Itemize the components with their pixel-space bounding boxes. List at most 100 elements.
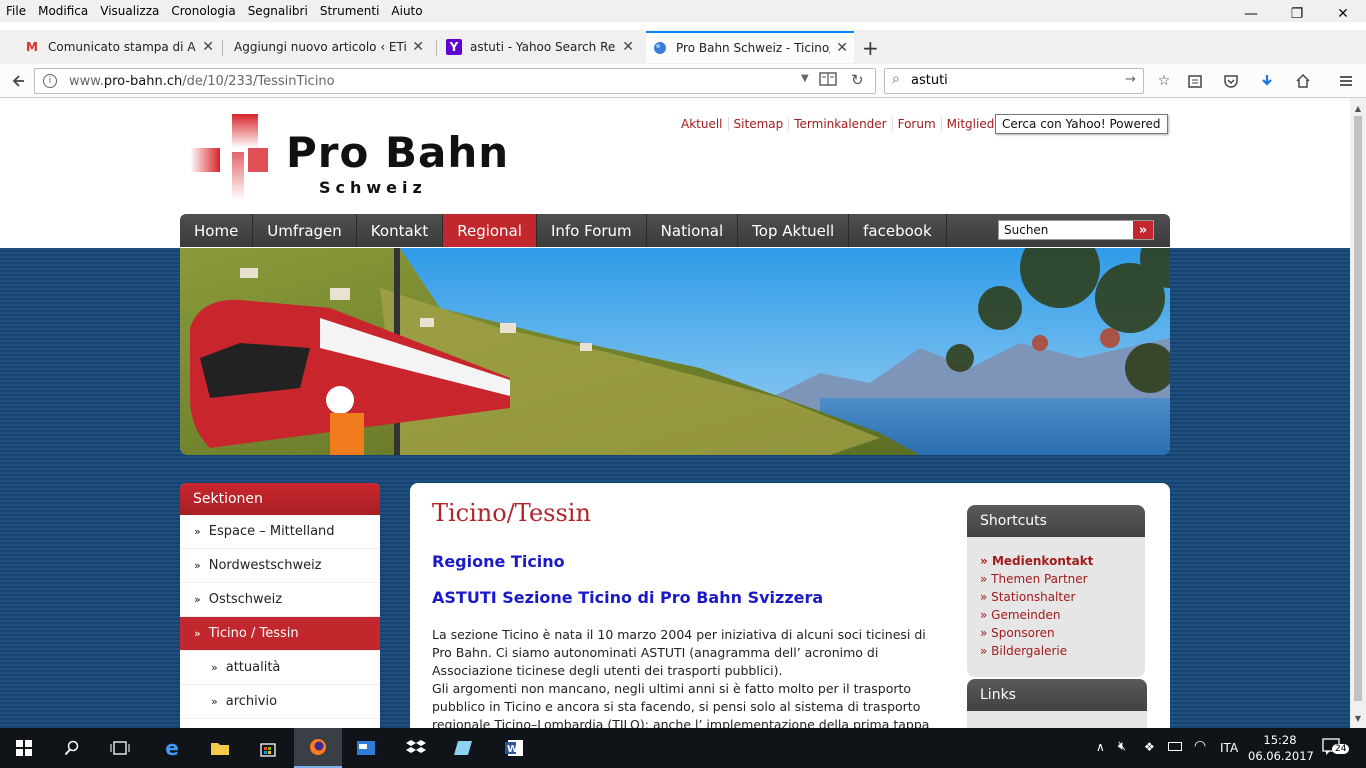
tray-chevron-icon[interactable]: ∧ bbox=[1096, 740, 1105, 754]
logo-cross-icon[interactable] bbox=[188, 112, 272, 202]
site-search-input[interactable] bbox=[999, 221, 1133, 239]
logo[interactable]: Pro Bahn Schweiz bbox=[286, 128, 509, 197]
tab-gmail[interactable]: M Comunicato stampa di ASTUTI ✕ bbox=[18, 32, 220, 62]
toplink-forum[interactable]: Forum bbox=[893, 117, 942, 131]
sidebar-item-archivio[interactable]: » archivio bbox=[180, 685, 380, 719]
download-icon[interactable] bbox=[1255, 70, 1279, 92]
scrollbar-thumb[interactable] bbox=[1354, 116, 1362, 701]
volume-muted-icon[interactable]: 🔇︎ bbox=[1118, 739, 1126, 754]
scroll-down-icon[interactable]: ▼ bbox=[1350, 710, 1366, 726]
shortcuts-heading: Shortcuts bbox=[967, 505, 1145, 537]
dropdown-history-icon[interactable]: ▼ bbox=[801, 73, 809, 84]
store-icon[interactable] bbox=[244, 728, 292, 768]
nav-home[interactable]: Home bbox=[180, 214, 254, 247]
windows-start-icon[interactable] bbox=[0, 728, 48, 768]
bookmark-star-icon[interactable]: ☆ bbox=[1152, 70, 1176, 92]
menu-segnalibri[interactable]: Segnalibri bbox=[242, 4, 314, 18]
close-tab-icon[interactable]: ✕ bbox=[622, 39, 634, 55]
browser-search-bar[interactable]: ⌕ → bbox=[884, 68, 1144, 94]
reader-view-icon[interactable] bbox=[819, 71, 837, 87]
close-tab-icon[interactable]: ✕ bbox=[202, 39, 214, 55]
url-bar[interactable]: i www. pro-bahn.ch/de/10/233/TessinTicino… bbox=[34, 68, 876, 94]
page-scrollbar[interactable]: ▲ ▼ bbox=[1350, 98, 1366, 728]
app-window-icon[interactable] bbox=[342, 728, 390, 768]
toplink-sitemap[interactable]: Sitemap bbox=[729, 117, 790, 131]
tab-title: Pro Bahn Schweiz - Ticino/Tessin bbox=[676, 41, 830, 55]
hamburger-menu-icon[interactable] bbox=[1334, 70, 1358, 92]
task-view-icon[interactable] bbox=[96, 728, 144, 768]
menu-visualizza[interactable]: Visualizza bbox=[94, 4, 165, 18]
menu-cronologia[interactable]: Cronologia bbox=[165, 4, 241, 18]
battery-icon[interactable] bbox=[1168, 742, 1182, 751]
wifi-icon[interactable]: ◠ bbox=[1194, 738, 1206, 754]
bookmarks-library-icon[interactable] bbox=[1183, 70, 1207, 92]
navigation-toolbar: i www. pro-bahn.ch/de/10/233/TessinTicino… bbox=[0, 64, 1366, 98]
shortcut-themen-partner[interactable]: » Themen Partner bbox=[980, 570, 1145, 588]
back-icon[interactable] bbox=[6, 70, 30, 92]
shortcut-gemeinden[interactable]: » Gemeinden bbox=[980, 606, 1145, 624]
main-content: Ticino/Tessin Regione Ticino ASTUTI Sezi… bbox=[410, 483, 1170, 728]
pocket-icon[interactable] bbox=[1219, 70, 1243, 92]
dropbox-icon[interactable] bbox=[392, 728, 440, 768]
paragraph: La sezione Ticino è nata il 10 marzo 200… bbox=[432, 627, 926, 678]
sidebar-item-label: attualità bbox=[225, 660, 281, 675]
shortcut-medienkontakt[interactable]: » Medienkontakt bbox=[980, 552, 1145, 570]
page-title: Ticino/Tessin bbox=[432, 499, 591, 527]
site-search-button[interactable]: » bbox=[1133, 221, 1153, 239]
new-tab-icon[interactable]: + bbox=[862, 36, 879, 60]
language-indicator[interactable]: ITA bbox=[1220, 741, 1238, 755]
nav-facebook[interactable]: facebook bbox=[849, 214, 947, 247]
nav-umfragen[interactable]: Umfragen bbox=[253, 214, 357, 247]
search-icon[interactable] bbox=[48, 728, 96, 768]
chevron-icon: » bbox=[211, 661, 218, 674]
close-tab-icon[interactable]: ✕ bbox=[836, 40, 848, 56]
minimize-icon[interactable]: — bbox=[1228, 0, 1274, 28]
nav-regional[interactable]: Regional bbox=[443, 214, 537, 247]
scroll-up-icon[interactable]: ▲ bbox=[1350, 100, 1366, 116]
notes-app-icon[interactable] bbox=[440, 728, 488, 768]
tab-separator bbox=[436, 40, 437, 56]
clock[interactable]: 15:28 06.06.2017 bbox=[1248, 732, 1314, 764]
article-body: La sezione Ticino è nata il 10 marzo 200… bbox=[432, 626, 940, 728]
shortcut-sponsoren[interactable]: » Sponsoren bbox=[980, 624, 1145, 642]
word-icon[interactable]: W bbox=[490, 728, 538, 768]
nav-top-aktuell[interactable]: Top Aktuell bbox=[738, 214, 850, 247]
browser-search-input[interactable] bbox=[911, 73, 1111, 88]
tab-probahn[interactable]: Pro Bahn Schweiz - Ticino/Tessin ✕ bbox=[646, 31, 854, 63]
toplink-aktuell[interactable]: Aktuell bbox=[676, 117, 729, 131]
firefox-icon[interactable] bbox=[294, 728, 342, 768]
menu-aiuto[interactable]: Aiuto bbox=[385, 4, 428, 18]
nav-info-forum[interactable]: Info Forum bbox=[537, 214, 647, 247]
shortcut-stationshalter[interactable]: » Stationshalter bbox=[980, 588, 1145, 606]
close-tab-icon[interactable]: ✕ bbox=[412, 39, 424, 55]
search-go-icon[interactable]: → bbox=[1125, 72, 1136, 87]
home-icon[interactable] bbox=[1291, 70, 1315, 92]
tab-title: Aggiungi nuovo articolo ‹ ETiCinfo bbox=[234, 40, 407, 54]
edge-icon[interactable]: e bbox=[148, 728, 196, 768]
notification-center-icon[interactable]: 24 bbox=[1322, 738, 1350, 758]
tab-yahoo[interactable]: Y astuti - Yahoo Search Results ✕ bbox=[440, 32, 640, 62]
toplink-terminkalender[interactable]: Terminkalender bbox=[789, 117, 893, 131]
shortcut-bildergalerie[interactable]: » Bildergalerie bbox=[980, 642, 1145, 660]
nav-kontakt[interactable]: Kontakt bbox=[357, 214, 444, 247]
sidebar-item-ticino-tessin[interactable]: » Ticino / Tessin bbox=[180, 617, 380, 651]
file-explorer-icon[interactable] bbox=[196, 728, 244, 768]
sidebar-item-attualita[interactable]: » attualità bbox=[180, 651, 380, 685]
menu-strumenti[interactable]: Strumenti bbox=[314, 4, 386, 18]
dropbox-tray-icon[interactable]: ❖ bbox=[1144, 740, 1155, 754]
restore-icon[interactable]: ❐ bbox=[1274, 0, 1320, 28]
close-window-icon[interactable]: ✕ bbox=[1320, 0, 1366, 28]
sidebar-item-nordwestschweiz[interactable]: » Nordwestschweiz bbox=[180, 549, 380, 583]
site-info-icon[interactable]: i bbox=[43, 74, 57, 88]
chevron-icon: » bbox=[194, 525, 201, 538]
menu-modifica[interactable]: Modifica bbox=[32, 4, 94, 18]
url-path: /de/10/233/TessinTicino bbox=[182, 73, 335, 89]
sidebar-item-espace-mittelland[interactable]: » Espace – Mittelland bbox=[180, 515, 380, 549]
toplink-mitglied[interactable]: Mitglied bbox=[942, 117, 1000, 131]
nav-national[interactable]: National bbox=[647, 214, 739, 247]
sidebar-item-ostschweiz[interactable]: » Ostschweiz bbox=[180, 583, 380, 617]
url-domain: pro-bahn.ch bbox=[103, 73, 183, 89]
reload-icon[interactable]: ↻ bbox=[851, 71, 864, 89]
tab-wordpress[interactable]: Aggiungi nuovo articolo ‹ ETiCinfo ✕ bbox=[226, 32, 430, 62]
menu-file[interactable]: File bbox=[0, 4, 32, 18]
